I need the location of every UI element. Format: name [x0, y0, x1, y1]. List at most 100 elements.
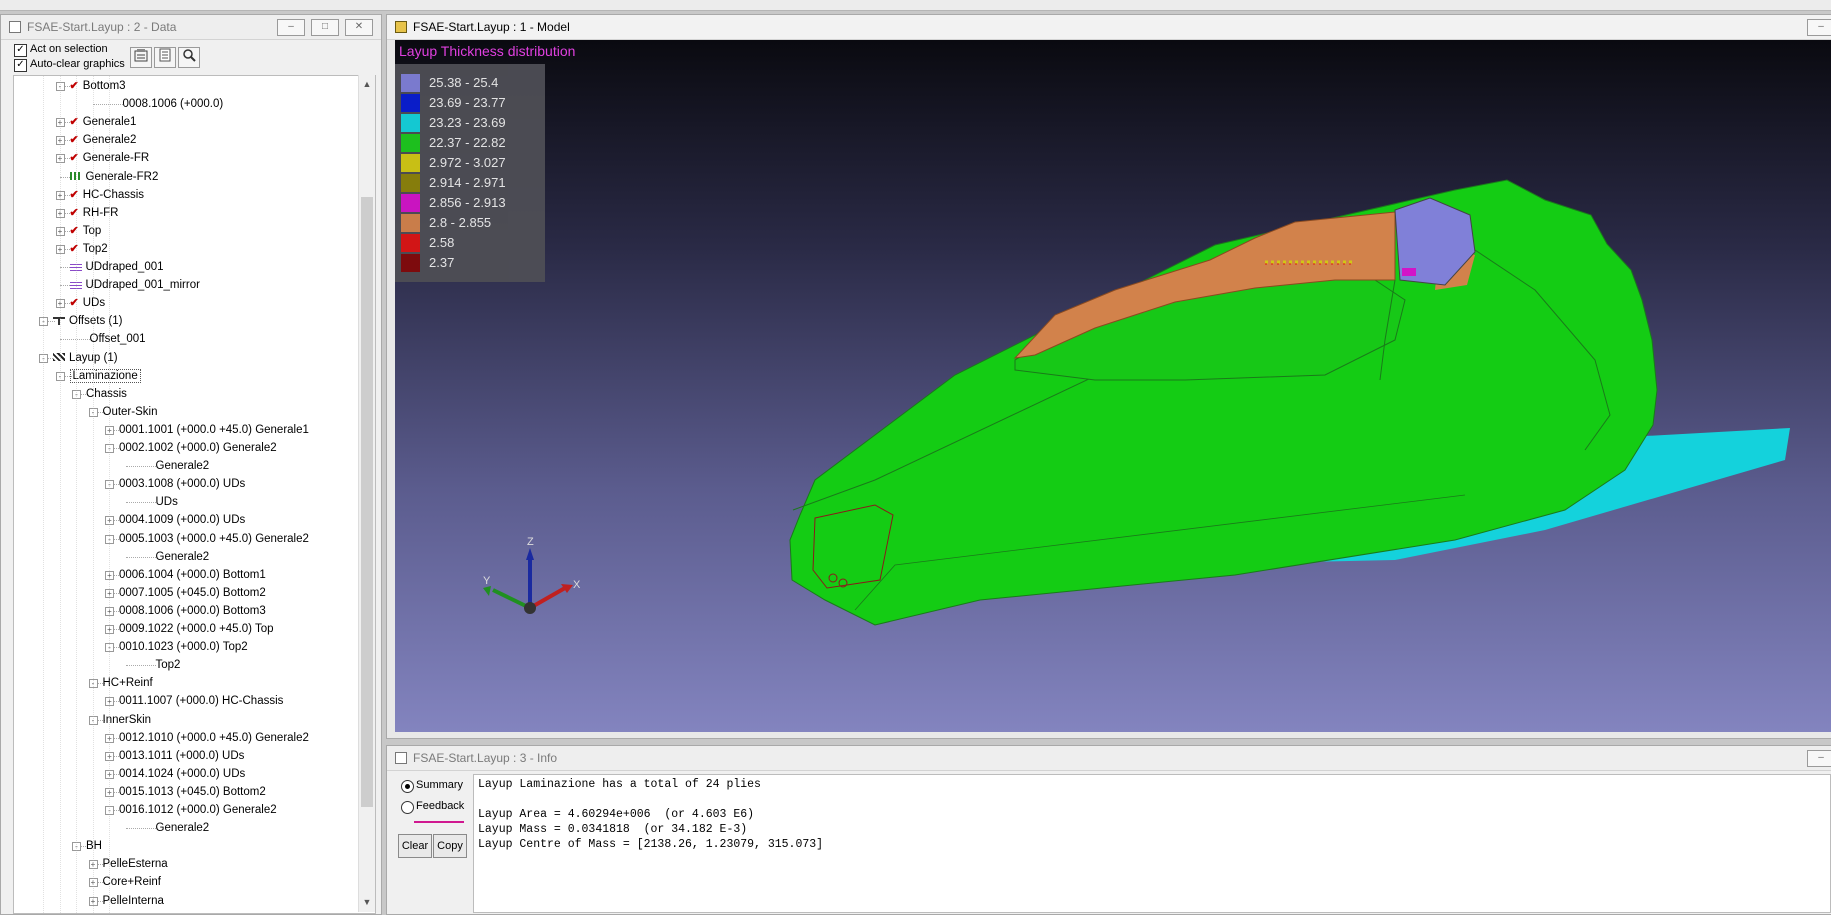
search-button[interactable]	[178, 47, 200, 68]
tree-item-label: Generale2	[155, 822, 210, 835]
tree-item[interactable]: 0013.1011 (+000.0) UDs	[119, 748, 244, 764]
maximize-button[interactable]: □	[311, 19, 339, 36]
tree-item-label: 0014.1024 (+000.0) UDs	[119, 767, 246, 780]
tree-item[interactable]: ✔ Bottom3	[70, 78, 126, 94]
tree-item[interactable]: Layup (1)	[53, 350, 118, 366]
top-toolbar-strip	[0, 0, 1831, 11]
tree-item[interactable]: Orientations (2)	[53, 911, 148, 914]
tree-item[interactable]: 0001.1001 (+000.0 +45.0) Generale1	[119, 422, 309, 438]
tree-item[interactable]: Outer-Skin	[103, 404, 158, 420]
axis-y-label: Y	[483, 575, 491, 587]
tree-item[interactable]: ✔ Top	[70, 223, 102, 239]
tree-item-label: 0010.1023 (+000.0) Top2	[119, 641, 248, 654]
car-body-model[interactable]: Z X Y	[395, 40, 1831, 732]
tree-item[interactable]: 0008.1006 (+000.0)	[123, 96, 224, 112]
tree-item[interactable]: ✔ Generale1	[70, 114, 137, 130]
tree-item[interactable]: 0015.1013 (+045.0) Bottom2	[119, 784, 266, 800]
tree-item[interactable]: Laminazione	[69, 368, 141, 384]
check-icon: ✔	[69, 206, 79, 219]
tree-item-label: Offsets (1)	[69, 315, 123, 328]
tree-item[interactable]: 0007.1005 (+045.0) Bottom2	[119, 585, 266, 601]
tree-item[interactable]: 0005.1003 (+000.0 +45.0) Generale2	[119, 531, 309, 547]
feedback-radio[interactable]	[401, 801, 414, 814]
feedback-underline	[414, 821, 464, 823]
auto-clear-checkbox[interactable]: ✓	[14, 59, 27, 72]
tree-item[interactable]: ✔ UDs	[70, 295, 106, 311]
axis-x-label: X	[573, 579, 581, 591]
clear-button[interactable]: Clear	[398, 834, 432, 858]
tree-item-label: Offset_001	[89, 333, 146, 346]
axis-z-label: Z	[527, 536, 534, 548]
tree-item[interactable]: Top2	[156, 657, 181, 673]
tree-item[interactable]: PelleEsterna	[103, 856, 168, 872]
model-tree[interactable]: - ✔ Bottom3 0008.1006 (+000.0) + ✔ Generale1 + ✔…	[13, 75, 376, 914]
tree-item[interactable]: PelleInterna	[103, 893, 164, 909]
tree-item-label: Bottom3	[82, 80, 126, 92]
tree-item[interactable]: 0011.1007 (+000.0) HC-Chassis	[119, 693, 283, 709]
tree-guide	[43, 76, 44, 913]
info-minimize-button[interactable]: –	[1807, 750, 1831, 767]
copy-button[interactable]: Copy	[433, 834, 467, 858]
tree-item[interactable]: Generale2	[156, 820, 210, 836]
tree-item-label: RH-FR	[82, 206, 119, 219]
act-on-selection-checkbox[interactable]: ✓	[14, 44, 27, 57]
model-window-title: FSAE-Start.Layup : 1 - Model	[413, 20, 570, 34]
tree-item[interactable]: Core+Reinf	[103, 874, 162, 890]
tree-item[interactable]: Offset_001	[90, 331, 146, 347]
check-icon: ✔	[69, 134, 79, 147]
tree-item[interactable]: ✔ Generale2	[70, 132, 137, 148]
close-button[interactable]: ✕	[345, 19, 373, 36]
tree-item[interactable]: Generale2	[156, 549, 210, 565]
tree-item-label: Outer-Skin	[102, 405, 158, 418]
tree-guide	[76, 76, 77, 913]
tree-item[interactable]: 0010.1023 (+000.0) Top2	[119, 639, 248, 655]
tree-item[interactable]: Generale-FR2	[69, 169, 158, 185]
info-output[interactable]: Layup Laminazione has a total of 24 plie…	[473, 774, 1831, 913]
model-minimize-button[interactable]: –	[1807, 19, 1831, 36]
model-window-icon	[395, 21, 407, 33]
tree-item[interactable]: 0008.1006 (+000.0) Bottom3	[119, 603, 266, 619]
scroll-up-icon[interactable]: ▲	[362, 79, 372, 89]
tree-scrollbar[interactable]: ▲ ▼	[358, 75, 375, 912]
tree-item[interactable]: Offsets (1)	[53, 313, 122, 329]
minimize-button[interactable]: –	[277, 19, 305, 36]
tree-item[interactable]: 0006.1004 (+000.0) Bottom1	[119, 567, 266, 583]
tree-item-label: 0016.1012 (+000.0) Generale2	[119, 804, 277, 816]
info-window-titlebar: FSAE-Start.Layup : 3 - Info –	[387, 746, 1831, 771]
scroll-down-icon[interactable]: ▼	[362, 897, 372, 907]
tree-item[interactable]: UDdraped_001	[69, 259, 164, 275]
properties-button[interactable]	[130, 47, 152, 68]
tree-item[interactable]: 0002.1002 (+000.0) Generale2	[119, 440, 277, 456]
tree-item[interactable]: UDdraped_001_mirror	[69, 277, 200, 293]
check-icon: ✔	[69, 80, 79, 92]
tree-item[interactable]: Generale2	[156, 458, 210, 474]
tree-connector	[125, 556, 156, 558]
tree-item[interactable]: 0014.1024 (+000.0) UDs	[119, 766, 245, 782]
data-window-title: FSAE-Start.Layup : 2 - Data	[27, 20, 177, 34]
tree-item[interactable]: ✔ HC-Chassis	[70, 187, 145, 203]
tree-item[interactable]: UDs	[156, 494, 178, 510]
summary-radio[interactable]	[401, 780, 414, 793]
tree-item-label: PelleInterna	[102, 894, 164, 907]
act-on-selection-label: Act on selection	[30, 43, 108, 55]
tree-item[interactable]: HC+Reinf	[103, 675, 153, 691]
tree-item-label: 0012.1010 (+000.0 +45.0) Generale2	[119, 731, 309, 744]
tree-item[interactable]: 0016.1012 (+000.0) Generale2	[119, 802, 277, 818]
tree-item-label: Top2	[155, 659, 181, 672]
tree-item[interactable]: 0009.1022 (+000.0 +45.0) Top	[119, 621, 274, 637]
tree-connector	[59, 339, 90, 341]
tree-item-label: 0009.1022 (+000.0 +45.0) Top	[119, 623, 274, 635]
list-view-button[interactable]	[154, 47, 176, 68]
3d-viewport[interactable]: Layup Thickness distribution 25.38 - 25.…	[395, 40, 1831, 732]
tree-item[interactable]: 0004.1009 (+000.0) UDs	[119, 512, 245, 528]
axis-triad: Z X Y	[483, 536, 581, 614]
tree-item[interactable]: 0003.1008 (+000.0) UDs	[119, 476, 245, 492]
scroll-thumb[interactable]	[361, 197, 373, 807]
tree-item-label: 0015.1013 (+045.0) Bottom2	[119, 785, 266, 798]
tree-item[interactable]: 0012.1010 (+000.0 +45.0) Generale2	[119, 730, 309, 746]
tree-connector	[125, 466, 156, 468]
info-window-title: FSAE-Start.Layup : 3 - Info	[413, 751, 558, 765]
tree-item[interactable]: BH	[86, 838, 102, 854]
tree-connector	[92, 104, 123, 106]
tree-connector	[125, 828, 156, 830]
